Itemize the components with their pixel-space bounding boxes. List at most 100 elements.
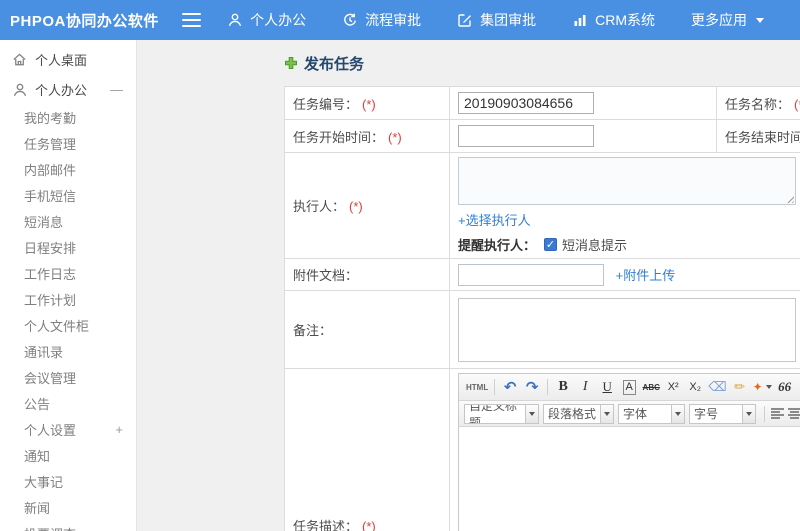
sidebar-item-label: 短消息 — [24, 214, 64, 230]
sidebar-item-日程安排[interactable]: 日程安排 — [0, 234, 136, 260]
sidebar-item-短消息[interactable]: 短消息 — [0, 208, 136, 234]
dropdown-value: 段落格式 — [543, 403, 601, 424]
editor-toolbar-row1: HTML↶↷BIUAABCX²X₂⌫✏✦66TA — [459, 374, 800, 401]
sidebar-item-会议管理[interactable]: 会议管理 — [0, 364, 136, 390]
align-center-icon[interactable] — [788, 407, 800, 420]
start-time-input[interactable] — [458, 125, 594, 147]
dropdown-caret-icon[interactable] — [743, 403, 756, 424]
editor-dropdown-2[interactable]: 段落格式 — [543, 403, 614, 424]
sidebar-item-内部邮件[interactable]: 内部邮件 — [0, 156, 136, 182]
expand-icon[interactable]: + — [115, 422, 123, 437]
sidebar-item-工作计划[interactable]: 工作计划 — [0, 286, 136, 312]
remark-textarea[interactable] — [458, 297, 796, 362]
sidebar-item-label: 投票调查 — [24, 524, 76, 531]
subscript-icon[interactable]: X₂ — [686, 377, 704, 397]
bold-icon[interactable]: B — [554, 377, 572, 397]
attachment-label: 附件文档： — [284, 258, 450, 291]
rich-text-editor: HTML↶↷BIUAABCX²X₂⌫✏✦66TA 自定义标题段落格式字体字号 — [458, 373, 800, 531]
sidebar-item-投票调查[interactable]: 投票调查 — [0, 520, 136, 531]
nav-crm-system[interactable]: CRM系统 — [572, 10, 655, 30]
sidebar-item-个人文件柜[interactable]: 个人文件柜 — [0, 312, 136, 338]
sidebar-item-label: 工作计划 — [24, 292, 77, 308]
attachment-upload-link[interactable]: +附件上传 — [616, 268, 676, 283]
html-source-icon[interactable]: HTML — [466, 377, 488, 397]
choose-executor-link[interactable]: +选择执行人 — [458, 213, 531, 228]
sidebar-item-label: 我的考勤 — [24, 110, 77, 126]
eraser-icon[interactable]: ⌫ — [708, 377, 726, 397]
page-title-text: 发布任务 — [304, 55, 365, 73]
sidebar: 个人桌面个人办公 — 我的考勤任务管理内部邮件 手机短信短消息日程安排工作日志工作计划… — [0, 40, 137, 531]
dropdown-value: 字号 — [689, 403, 743, 424]
dropdown-caret-icon[interactable] — [672, 403, 685, 424]
sidebar-item-通知[interactable]: 通知 — [0, 442, 136, 468]
sidebar-item-大事记[interactable]: 大事记 — [0, 468, 136, 494]
table-row: 附件文档： +附件上传 — [284, 258, 800, 291]
dropdown-caret-icon[interactable] — [601, 403, 614, 424]
nav-personal-office[interactable]: 个人办公 — [227, 10, 306, 30]
italic-icon[interactable]: I — [576, 377, 594, 397]
editor-content-area[interactable] — [459, 427, 800, 531]
main-content: 发布任务 任务编号：(*) 任务名称：(*) 任务开始时间：(*) — [137, 40, 800, 531]
sidebar-item-任务管理[interactable]: 任务管理 — [0, 130, 136, 156]
superscript-icon[interactable]: X² — [664, 377, 682, 397]
auto-format-icon[interactable]: ✦ — [753, 377, 772, 397]
sidebar-item-个人桌面[interactable]: 个人桌面 — [0, 44, 136, 74]
remark-label: 备注： — [284, 290, 450, 369]
resize-grip[interactable] — [785, 194, 794, 203]
strikethrough-icon[interactable]: ABC — [642, 377, 660, 397]
sidebar-item-手机短信[interactable]: 手机短信 — [0, 182, 136, 208]
align-left-icon[interactable] — [771, 407, 784, 420]
sidebar-item-label: 个人办公 — [35, 82, 88, 98]
sidebar-item-个人办公[interactable]: 个人办公 — — [0, 74, 136, 104]
sidebar-item-label: 任务管理 — [24, 136, 77, 152]
history-icon — [342, 12, 358, 28]
undo-icon[interactable]: ↶ — [501, 377, 519, 397]
attachment-input[interactable] — [458, 263, 604, 286]
nav-group-approval[interactable]: 集团审批 — [457, 10, 536, 30]
sidebar-item-label: 日程安排 — [24, 240, 77, 256]
table-row: 任务编号：(*) 任务名称：(*) — [284, 86, 800, 120]
blockquote-icon[interactable]: 66 — [776, 377, 794, 397]
user-icon — [227, 12, 243, 28]
table-row: 备注： — [284, 290, 800, 369]
task-number-input[interactable] — [458, 92, 594, 114]
sidebar-item-label: 工作日志 — [24, 266, 77, 282]
dropdown-caret-icon[interactable] — [526, 403, 539, 424]
sidebar-item-label: 通讯录 — [24, 344, 64, 360]
format-brush-icon[interactable]: ✏ — [731, 377, 749, 397]
start-time-label: 任务开始时间： (*) — [284, 119, 450, 153]
nav-more-apps[interactable]: 更多应用 — [691, 10, 764, 30]
sidebar-item-我的考勤[interactable]: 我的考勤 — [0, 104, 136, 130]
redo-icon[interactable]: ↷ — [523, 377, 541, 397]
user-icon — [12, 82, 27, 97]
editor-toolbar-row2: 自定义标题 段落格式 字体 字号 — [459, 401, 800, 427]
home-icon — [12, 52, 27, 67]
editor-dropdown-4[interactable]: 字号 — [689, 403, 756, 424]
sidebar-item-工作日志[interactable]: 工作日志 — [0, 260, 136, 286]
topbar: PHPOA协同办公软件 个人办公 流程审批 集团审批 CRM系统 更多应用 — [0, 0, 800, 40]
editor-dropdown-1[interactable]: 自定义标题 — [464, 403, 539, 424]
dropdown-value: 自定义标题 — [464, 403, 526, 424]
nav-label: CRM系统 — [595, 12, 655, 28]
bar-chart-icon — [572, 12, 588, 28]
sidebar-item-公告[interactable]: 公告 — [0, 390, 136, 416]
task-form: 任务编号：(*) 任务名称：(*) 任务开始时间：(*) 任务结束时间：(*) — [284, 86, 800, 531]
menu-toggle-icon[interactable] — [182, 13, 202, 27]
remind-executor-label: 提醒执行人： — [458, 238, 537, 253]
sidebar-item-label: 个人桌面 — [35, 52, 88, 68]
sidebar-item-个人设置[interactable]: 个人设置 + — [0, 416, 136, 442]
sidebar-item-label: 公告 — [24, 396, 51, 412]
sidebar-item-通讯录[interactable]: 通讯录 — [0, 338, 136, 364]
page-title: 发布任务 — [284, 52, 800, 74]
sms-checkbox[interactable]: ✓ — [544, 238, 558, 251]
editor-dropdown-3[interactable]: 字体 — [618, 403, 685, 424]
collapse-icon[interactable]: — — [110, 82, 123, 97]
font-box-icon[interactable]: A — [620, 377, 638, 397]
sidebar-item-新闻[interactable]: 新闻 — [0, 494, 136, 520]
nav-process-approval[interactable]: 流程审批 — [342, 10, 421, 30]
toolbar-separator — [494, 379, 496, 395]
sidebar-item-label: 个人文件柜 — [24, 318, 90, 334]
executor-textarea[interactable] — [458, 157, 796, 205]
table-row: 任务开始时间：(*) 任务结束时间：(*) — [284, 119, 800, 153]
underline-icon[interactable]: U — [598, 377, 616, 397]
